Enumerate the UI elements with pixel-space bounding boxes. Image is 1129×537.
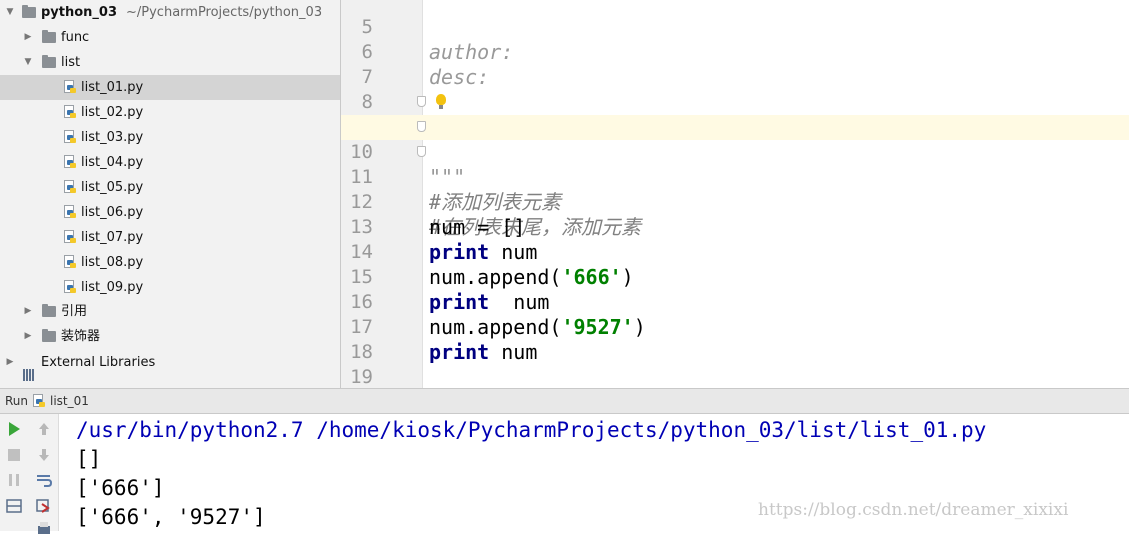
code-line[interactable]: 12 num = [] [341,165,1129,239]
run-toolbar [0,414,59,534]
stop-icon[interactable] [6,447,22,463]
tree-item-label: list_04.py [81,155,144,170]
tree-item-label: list_07.py [81,230,144,245]
tree-item-label: list_05.py [81,180,144,195]
console-output-line: ['666'] [76,476,165,500]
chevron-down-icon[interactable]: ▼ [22,50,34,75]
python-file-icon [64,255,77,269]
tree-item-label: External Libraries [41,355,156,370]
code-line[interactable]: 9 """ [341,90,1129,189]
folder-icon [22,5,36,18]
code-line[interactable]: 16 num.append('9527') [341,265,1129,339]
tree-item-label: list_06.py [81,205,144,220]
tree-folder-list[interactable]: ▼ list [0,50,340,75]
project-name: python_03 [41,5,118,20]
library-icon [23,356,37,381]
tree-item-label: list_02.py [81,105,144,120]
code-line[interactable]: 19 [341,340,1129,388]
tree-file-list-03[interactable]: list_03.py [0,125,340,150]
python-file-icon [33,394,46,408]
tree-external-libraries[interactable]: ▶ External Libraries [0,350,340,381]
fold-marker-icon[interactable] [417,96,426,107]
tree-file-list-05[interactable]: list_05.py [0,175,340,200]
chevron-right-icon[interactable]: ▶ [22,299,34,324]
tree-file-list-01[interactable]: list_01.py [0,75,340,100]
tree-item-label: list [61,55,81,70]
scroll-to-end-icon[interactable] [36,498,52,514]
pause-icon[interactable] [6,472,22,488]
code-line-current[interactable]: 10 #添加列表元素 [341,115,1129,214]
code-line[interactable]: 17 print num [341,290,1129,364]
chevron-right-icon[interactable]: ▶ [4,350,16,375]
folder-icon [42,30,56,43]
folder-icon [42,329,56,342]
code-line[interactable]: 6 desc: [341,15,1129,89]
chevron-down-icon[interactable]: ▼ [4,0,16,25]
tree-file-list-02[interactable]: list_02.py [0,100,340,125]
code-line[interactable]: 13 print num [341,190,1129,264]
tree-file-list-07[interactable]: list_07.py [0,225,340,250]
code-line[interactable]: 7 [341,40,1129,88]
tree-file-list-09[interactable]: list_09.py [0,275,340,300]
project-path: ~/PycharmProjects/python_03 [126,5,323,20]
console-command-line: /usr/bin/python2.7 /home/kiosk/PycharmPr… [76,418,987,442]
python-file-icon [64,230,77,244]
code-line[interactable]: 5 author: [341,0,1129,64]
tree-item-label: list_08.py [81,255,144,270]
code-editor[interactable]: 5 author: 6 desc: 7 8 9 """ 10 #添加列表元素 1… [341,0,1129,388]
run-tool-window-header[interactable]: Run list_01 [0,388,1129,414]
tree-item-label: list_09.py [81,280,144,295]
tree-file-list-06[interactable]: list_06.py [0,200,340,225]
tree-folder-func[interactable]: ▶ func [0,25,340,50]
fold-marker-icon[interactable] [417,146,426,157]
folder-icon [42,304,56,317]
code-line[interactable]: 15 print num [341,240,1129,314]
line-number: 19 [350,366,373,388]
python-file-icon [64,205,77,219]
tree-file-list-04[interactable]: list_04.py [0,150,340,175]
tree-folder-yinyong[interactable]: ▶ 引用 [0,299,340,324]
arrow-down-icon[interactable] [36,447,52,463]
tree-root-python-03[interactable]: ▼ python_03 ~/PycharmProjects/python_03 [0,0,340,25]
chevron-right-icon[interactable]: ▶ [22,25,34,50]
tree-item-label: list_01.py [81,80,144,95]
tree-item-label: list_03.py [81,130,144,145]
code-line[interactable]: 14 num.append('666') [341,215,1129,289]
tree-item-label: 装饰器 [61,329,101,344]
tree-folder-decorator[interactable]: ▶ 装饰器 [0,324,340,349]
soft-wrap-icon[interactable] [36,472,52,488]
tree-item-label: func [61,30,90,45]
python-file-icon [64,130,77,144]
run-label: Run [5,394,29,408]
python-file-icon [64,80,77,94]
layout-icon[interactable] [6,498,22,514]
fold-marker-icon[interactable] [417,121,426,132]
python-file-icon [64,180,77,194]
lightbulb-icon[interactable] [436,94,446,109]
code-line[interactable]: 18 [341,315,1129,363]
console-output-line: ['666', '9527'] [76,505,266,529]
watermark-text: https://blog.csdn.net/dreamer_xixixi [758,500,1069,520]
arrow-up-icon[interactable] [36,421,52,437]
code-line[interactable]: 8 [341,65,1129,113]
folder-icon [42,55,56,68]
chevron-right-icon[interactable]: ▶ [22,324,34,349]
console-output-line: [] [76,447,102,471]
print-icon[interactable] [36,521,52,537]
python-file-icon [64,280,77,294]
tree-file-list-08[interactable]: list_08.py [0,250,340,275]
rerun-icon[interactable] [6,421,22,437]
run-config-name: list_01 [50,394,89,408]
python-file-icon [64,105,77,119]
code-line[interactable]: 11 #在列表末尾，添加元素 [341,140,1129,239]
project-tree-panel: ▼ python_03 ~/PycharmProjects/python_03 … [0,0,341,388]
tree-item-label: 引用 [61,304,88,319]
python-file-icon [64,155,77,169]
